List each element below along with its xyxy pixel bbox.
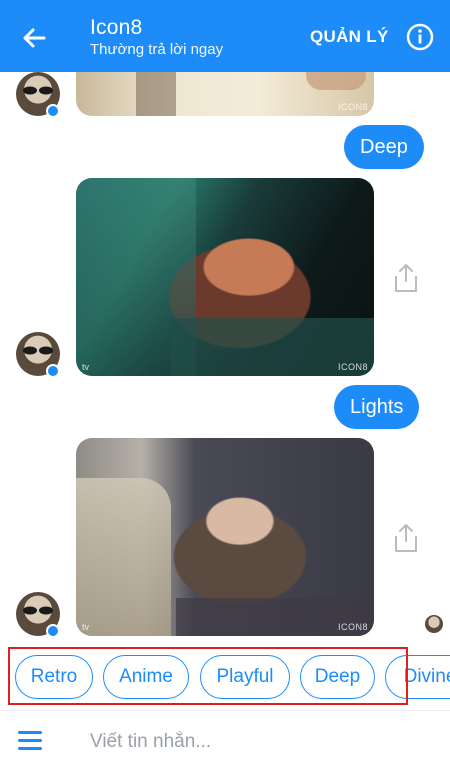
- message-input[interactable]: [90, 727, 420, 757]
- messenger-badge-icon: [46, 624, 60, 638]
- image-watermark-small: tv: [82, 622, 90, 632]
- back-arrow-icon[interactable]: [18, 22, 50, 54]
- messenger-badge-icon: [46, 364, 60, 378]
- sent-message: Deep: [344, 125, 424, 169]
- sent-message: Lights: [334, 385, 420, 429]
- read-receipt-avatar: [425, 615, 443, 633]
- bot-image-1[interactable]: ICON8: [76, 72, 374, 116]
- bot-image-3[interactable]: tv ICON8: [76, 438, 374, 636]
- image-watermark: ICON8: [337, 102, 368, 112]
- highlight-box: [8, 647, 408, 705]
- share-icon[interactable]: [392, 522, 420, 554]
- image-watermark: ICON8: [337, 622, 368, 632]
- bot-image-2[interactable]: tv ICON8: [76, 178, 374, 376]
- share-icon[interactable]: [392, 262, 420, 294]
- contact-status: Thường trả lời ngay: [90, 41, 224, 58]
- contact-name: Icon8: [90, 16, 143, 39]
- info-icon[interactable]: [405, 22, 435, 52]
- manage-button[interactable]: QUẢN LÝ: [310, 27, 389, 47]
- image-watermark-small: tv: [82, 362, 90, 372]
- image-watermark: ICON8: [337, 362, 368, 372]
- message-composer: [0, 710, 450, 770]
- message-list[interactable]: ICON8 Deep tv ICON8 Lights tv ICON8: [0, 72, 450, 647]
- chat-header: Icon8 Thường trả lời ngay QUẢN LÝ: [0, 0, 450, 72]
- hamburger-menu-icon[interactable]: [18, 731, 42, 751]
- messenger-badge-icon: [46, 104, 60, 118]
